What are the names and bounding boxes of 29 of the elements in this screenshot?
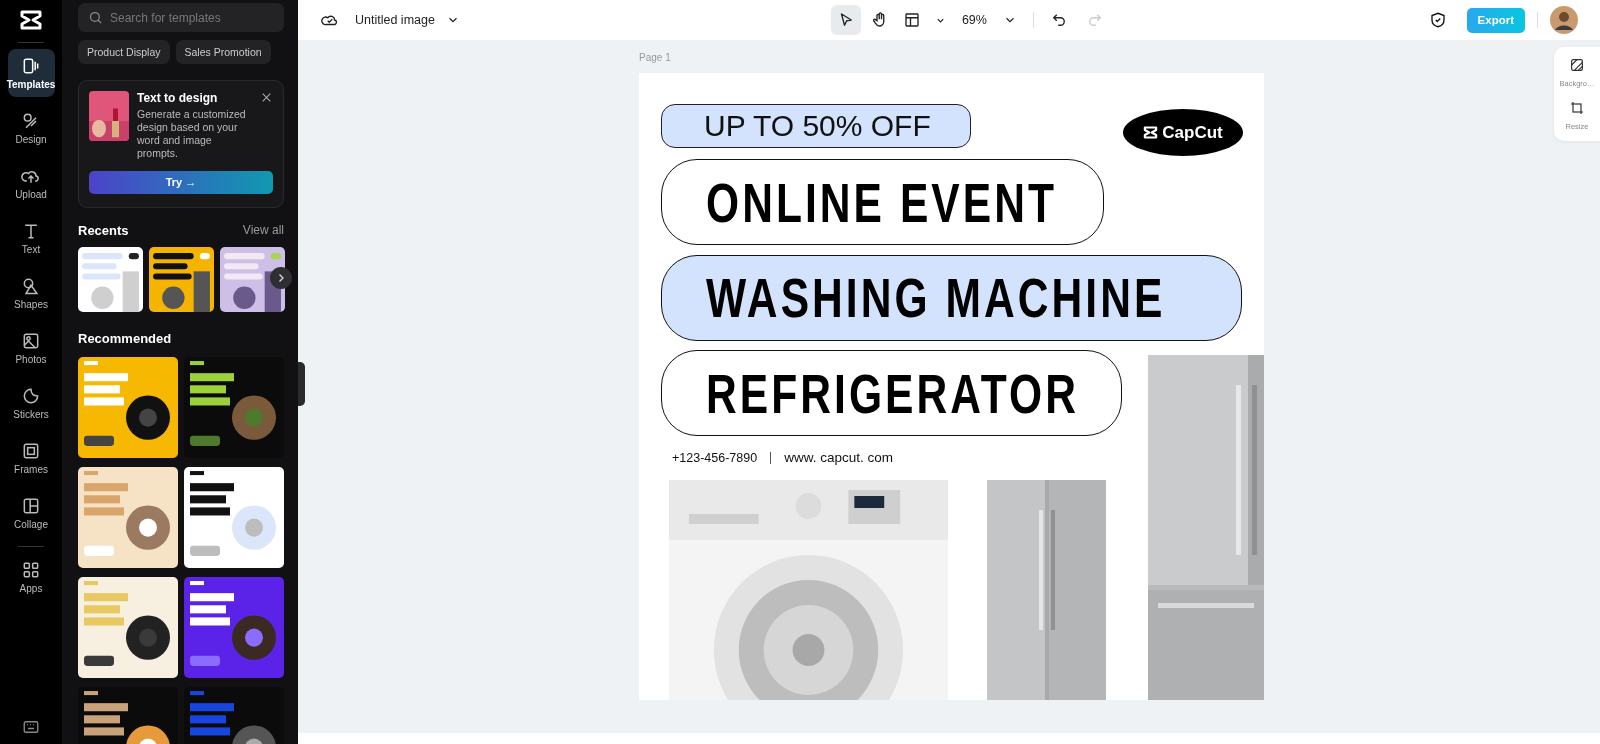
category-chip[interactable]: Sales Promotion — [175, 40, 271, 64]
promo-title: Text to design — [137, 91, 219, 105]
promo-description: Generate a customized design based on your word and image prompts. — [137, 108, 247, 161]
rail-tab[interactable]: Stickers — [7, 379, 55, 427]
zoom-level[interactable]: 69% — [961, 13, 987, 27]
website-text: www. capcut. com — [784, 450, 893, 465]
logo-text: CapCut — [1162, 122, 1223, 143]
headline-pill: WASHING MACHINE — [661, 254, 1242, 341]
headline-pill: REFRIGERATOR — [661, 350, 1122, 436]
document-title[interactable]: Untitled image — [355, 13, 435, 27]
view-all-link[interactable]: View all — [242, 223, 284, 237]
rail-tab[interactable]: Collage — [7, 489, 55, 537]
rail-tab[interactable]: Frames — [7, 434, 55, 482]
headline-pill: ONLINE EVENT — [661, 159, 1104, 245]
search-field[interactable]: Search for templates — [78, 3, 284, 32]
rail-tab[interactable]: Templates — [7, 49, 55, 97]
rail-tab[interactable]: Design — [7, 104, 55, 152]
section-title: Recommended — [78, 330, 173, 346]
rail-tab[interactable]: Apps — [7, 553, 55, 601]
phone-number: +123-456-7890 — [672, 450, 758, 465]
try-button[interactable]: Try → — [89, 170, 273, 194]
page-label: Page 1 — [639, 52, 671, 65]
rail-tab[interactable]: Text — [7, 214, 55, 262]
category-chip[interactable]: Product Display — [78, 40, 170, 64]
rail-tab[interactable]: Photos — [7, 324, 55, 372]
rail-tab[interactable]: Shapes — [7, 269, 55, 317]
section-title: Recents — [78, 222, 129, 238]
discount-banner: UP TO 50% OFF — [661, 104, 971, 148]
rail-tab[interactable]: Upload — [7, 159, 55, 207]
